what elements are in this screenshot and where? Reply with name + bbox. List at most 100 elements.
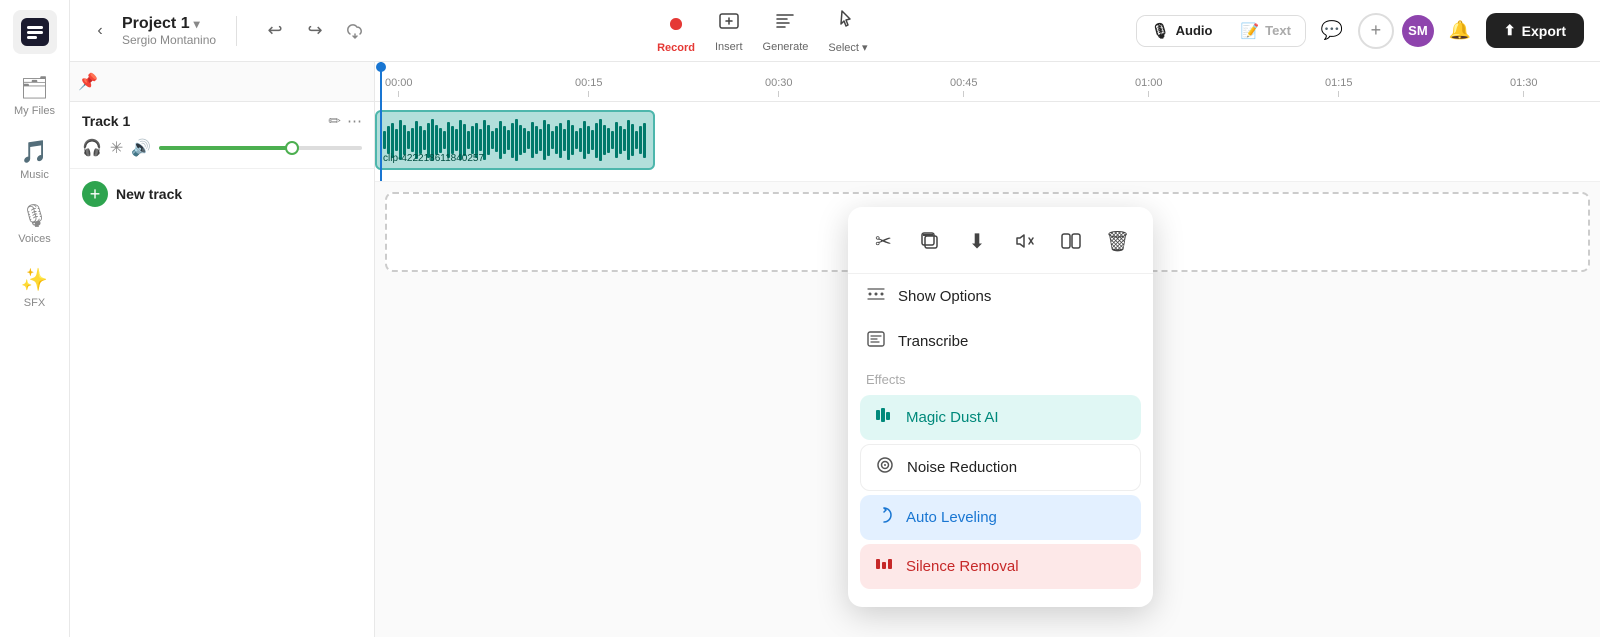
ruler-mark-6: 01:30 [1510, 77, 1538, 97]
select-button[interactable]: Select ▾ [828, 7, 867, 54]
track-more-button[interactable]: ⋯ [347, 112, 362, 130]
export-button[interactable]: ⬆ Export [1486, 13, 1584, 48]
track-panel: 📌 Track 1 ✏ ⋯ 🎧 ✳ 🔊 [70, 62, 375, 637]
effects-section-label: Effects [848, 364, 1153, 391]
context-toolbar: ✂ ⬇ 🗑 [848, 221, 1153, 274]
noise-reduction-button[interactable]: Noise Reduction [860, 444, 1141, 491]
text-toggle-label: Text [1265, 23, 1291, 38]
magic-dust-label: Magic Dust AI [906, 409, 999, 426]
audio-toggle-icon: 🎙 [1151, 22, 1170, 40]
audio-clip[interactable]: clip-422218611840257 [375, 110, 655, 170]
audio-toggle-button[interactable]: 🎙 Audio [1137, 16, 1227, 46]
generate-label: Generate [763, 41, 809, 53]
select-icon [836, 7, 860, 37]
timeline-header: 📌 [70, 62, 374, 102]
noise-reduction-icon [875, 455, 895, 480]
magic-dust-button[interactable]: Magic Dust AI [860, 395, 1141, 440]
export-icon: ⬆ [1504, 22, 1516, 39]
redo-button[interactable]: ↪ [297, 13, 333, 49]
timeline: 00:00 00:15 00:30 00:45 [375, 62, 1600, 637]
text-toggle-button[interactable]: 📝 Text [1226, 16, 1304, 46]
show-options-icon [866, 284, 886, 309]
delete-button[interactable]: 🗑 [1098, 221, 1138, 261]
show-options-label: Show Options [898, 288, 991, 305]
pin-icon: 📌 [78, 72, 98, 92]
sidebar-item-my-files[interactable]: 🗂 My Files [5, 66, 65, 126]
download-button[interactable]: ⬇ [957, 221, 997, 261]
toolbar-actions: ↩ ↪ [257, 13, 373, 49]
new-track-button[interactable]: + New track [70, 169, 374, 219]
cloud-save-button[interactable] [337, 13, 373, 49]
text-toggle-icon: 📝 [1240, 22, 1259, 40]
silence-removal-label: Silence Removal [906, 558, 1019, 575]
sidebar-item-music[interactable]: 🎵 Music [5, 130, 65, 190]
audio-toggle-label: Audio [1176, 23, 1213, 38]
context-menu: ✂ ⬇ 🗑 [848, 207, 1153, 607]
comments-button[interactable]: 💬 [1314, 13, 1350, 49]
silence-removal-icon [874, 554, 894, 579]
silence-removal-button[interactable]: Silence Removal [860, 544, 1141, 589]
insert-button[interactable]: Insert [715, 9, 743, 53]
track-name: Track 1 [82, 113, 130, 129]
sidebar-item-sfx[interactable]: ✨ SFX [5, 258, 65, 318]
ruler-mark-5: 01:15 [1325, 77, 1353, 97]
app-container: 🗂 My Files 🎵 Music 🎙 Voices ✨ SFX ‹ Proj… [0, 0, 1600, 637]
left-nav: 🗂 My Files 🎵 Music 🎙 Voices ✨ SFX [0, 0, 70, 637]
mute-button[interactable] [1004, 221, 1044, 261]
ruler-mark-3: 00:45 [950, 77, 978, 97]
content-area: 📌 Track 1 ✏ ⋯ 🎧 ✳ 🔊 [70, 62, 1600, 637]
back-button[interactable]: ‹ [86, 17, 114, 45]
auto-leveling-label: Auto Leveling [906, 509, 997, 526]
magic-dust-icon [874, 405, 894, 430]
my-files-icon: 🗂 [21, 75, 49, 101]
transcribe-label: Transcribe [898, 333, 968, 350]
ruler-mark-4: 01:00 [1135, 77, 1163, 97]
add-collaborator-button[interactable]: + [1358, 13, 1394, 49]
clip-label: clip-422218611840257 [383, 153, 484, 164]
undo-button[interactable]: ↩ [257, 13, 293, 49]
magic-icon[interactable]: ✳ [110, 138, 123, 158]
headphones-icon[interactable]: 🎧 [82, 138, 102, 158]
toolbar-left: ‹ Project 1 ▾ Sergio Montanino ↩ ↪ [86, 13, 373, 49]
new-track-label: New track [116, 186, 182, 202]
cut-button[interactable]: ✂ [863, 221, 903, 261]
record-button[interactable]: ⏺ Record [657, 8, 695, 54]
speaker-icon[interactable]: 🔊 [131, 138, 151, 158]
app-logo [13, 10, 57, 54]
project-info: Project 1 ▾ Sergio Montanino [122, 15, 216, 47]
insert-label: Insert [715, 41, 743, 53]
show-options-item[interactable]: Show Options [848, 274, 1153, 319]
project-name-chevron[interactable]: ▾ [194, 17, 200, 31]
track-controls: 🎧 ✳ 🔊 [82, 138, 362, 158]
export-label: Export [1522, 23, 1566, 39]
toolbar-right-icons: 💬 + SM 🔔 [1314, 13, 1478, 49]
ruler-mark-2: 00:30 [765, 77, 793, 97]
music-icon: 🎵 [21, 139, 48, 165]
volume-slider[interactable] [159, 146, 362, 150]
toolbar-divider-1 [236, 16, 237, 46]
toolbar-right: 🎙 Audio 📝 Text 💬 + SM 🔔 ⬆ Expor [1136, 13, 1584, 49]
notifications-button[interactable]: 🔔 [1442, 13, 1478, 49]
user-avatar[interactable]: SM [1402, 15, 1434, 47]
project-name: Project 1 ▾ [122, 15, 216, 33]
generate-button[interactable]: Generate [763, 9, 809, 53]
transcribe-item[interactable]: Transcribe [848, 319, 1153, 364]
select-label: Select ▾ [828, 41, 867, 54]
main-area: ‹ Project 1 ▾ Sergio Montanino ↩ ↪ [70, 0, 1600, 637]
auto-leveling-icon [874, 505, 894, 530]
track-region-1[interactable]: clip-422218611840257 [375, 102, 1600, 182]
project-author: Sergio Montanino [122, 33, 216, 47]
track-edit-button[interactable]: ✏ [328, 112, 341, 130]
select-chevron-icon: ▾ [862, 42, 868, 54]
playhead [380, 62, 382, 102]
volume-thumb[interactable] [285, 141, 299, 155]
audio-text-toggle: 🎙 Audio 📝 Text [1136, 15, 1306, 47]
sfx-icon: ✨ [21, 267, 48, 293]
copy-button[interactable] [910, 221, 950, 261]
voices-icon: 🎙 [21, 203, 49, 229]
auto-leveling-button[interactable]: Auto Leveling [860, 495, 1141, 540]
split-button[interactable] [1051, 221, 1091, 261]
sidebar-item-voices[interactable]: 🎙 Voices [5, 194, 65, 254]
record-label: Record [657, 42, 695, 54]
track-name-row: Track 1 ✏ ⋯ [82, 112, 362, 130]
